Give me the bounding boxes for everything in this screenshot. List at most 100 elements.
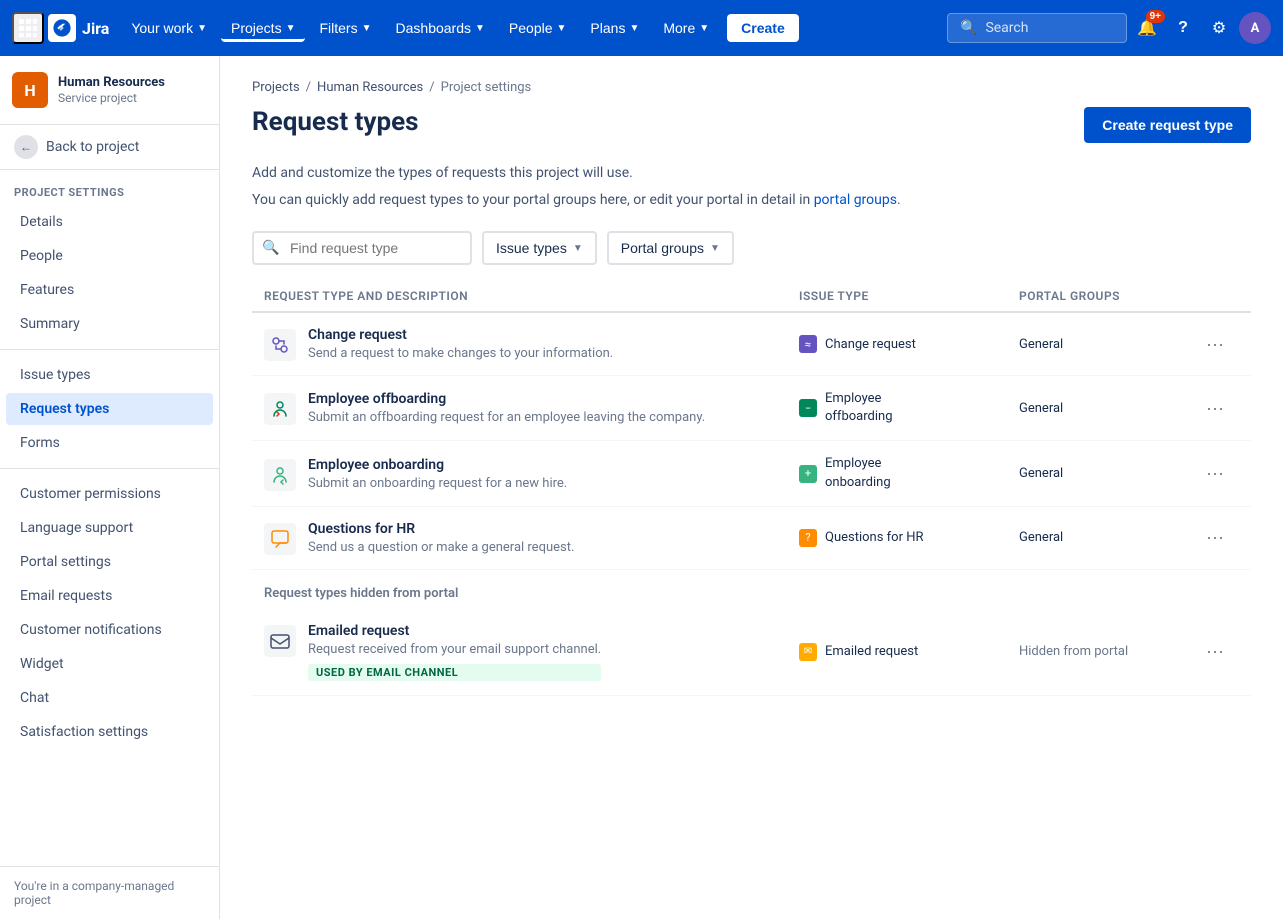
grid-menu-button[interactable] (12, 12, 44, 44)
layout: H Human Resources Service project ← Back… (0, 56, 1283, 919)
onboarding-desc: Submit an onboarding request for a new h… (308, 476, 567, 491)
emailed-request-portal-group: Hidden from portal (1019, 644, 1199, 659)
offboarding-name[interactable]: Employee offboarding (308, 391, 705, 407)
sidebar-item-issue-types[interactable]: Issue types (6, 359, 213, 391)
create-button[interactable]: Create (727, 14, 799, 42)
breadcrumb-project-settings: Project settings (441, 80, 532, 95)
onboarding-portal-group: General (1019, 466, 1199, 481)
back-to-project-link[interactable]: ← Back to project (0, 125, 219, 170)
filters-bar: 🔍 Issue types ▼ Portal groups ▼ (252, 231, 1251, 265)
emailed-request-desc: Request received from your email support… (308, 642, 601, 657)
sidebar-item-request-types[interactable]: Request types (6, 393, 213, 425)
search-input-icon: 🔍 (262, 240, 279, 256)
portal-groups-chevron-icon: ▼ (710, 243, 720, 254)
table-row: Emailed request Request received from yo… (252, 609, 1251, 696)
jira-logo[interactable]: Jira (48, 14, 109, 42)
back-arrow-icon: ← (14, 135, 38, 159)
sidebar-item-portal-settings[interactable]: Portal settings (6, 546, 213, 578)
onboarding-name[interactable]: Employee onboarding (308, 457, 567, 473)
sidebar-divider-2 (0, 468, 219, 469)
project-icon: H (12, 72, 48, 108)
emailed-request-icon (264, 625, 296, 657)
notifications-button[interactable]: 🔔 9+ (1131, 12, 1163, 44)
settings-button[interactable]: ⚙ (1203, 12, 1235, 44)
change-request-issue-icon: ≈ (799, 335, 817, 353)
breadcrumb: Projects / Human Resources / Project set… (252, 80, 1251, 95)
change-request-desc: Send a request to make changes to your i… (308, 346, 613, 361)
plans-button[interactable]: Plans ▼ (580, 14, 649, 42)
page-title: Request types (252, 107, 419, 137)
issue-types-filter-button[interactable]: Issue types ▼ (482, 231, 597, 265)
sidebar-item-details[interactable]: Details (6, 206, 213, 238)
table-row: Employee onboarding Submit an onboarding… (252, 441, 1251, 506)
sidebar-item-summary[interactable]: Summary (6, 308, 213, 340)
people-button[interactable]: People ▼ (499, 14, 577, 42)
offboarding-issue-type-line1: Employee (825, 390, 893, 408)
hidden-section-label: Request types hidden from portal (252, 570, 1251, 609)
sidebar-item-features[interactable]: Features (6, 274, 213, 306)
notification-badge: 9+ (1146, 10, 1165, 23)
your-work-button[interactable]: Your work ▼ (121, 14, 217, 42)
table-row: Employee offboarding Submit an offboardi… (252, 376, 1251, 441)
questions-hr-issue-type: Questions for HR (825, 530, 924, 545)
questions-hr-issue-icon: ? (799, 529, 817, 547)
help-icon: ? (1178, 19, 1188, 37)
sidebar-item-satisfaction-settings[interactable]: Satisfaction settings (6, 716, 213, 748)
project-name: Human Resources (58, 75, 165, 92)
change-request-issue-type: Change request (825, 337, 916, 352)
sidebar-item-widget[interactable]: Widget (6, 648, 213, 680)
portal-groups-filter-button[interactable]: Portal groups ▼ (607, 231, 734, 265)
create-request-type-button[interactable]: Create request type (1084, 107, 1251, 143)
sidebar-item-email-requests[interactable]: Email requests (6, 580, 213, 612)
offboarding-portal-group: General (1019, 401, 1199, 416)
sidebar-section-title: Project settings (0, 170, 219, 205)
breadcrumb-human-resources[interactable]: Human Resources (317, 80, 423, 95)
sidebar: H Human Resources Service project ← Back… (0, 56, 220, 919)
sidebar-item-chat[interactable]: Chat (6, 682, 213, 714)
page-description-line2: You can quickly add request types to you… (252, 190, 1251, 211)
onboarding-icon (264, 459, 296, 491)
search-input-wrap: 🔍 (252, 231, 472, 265)
search-bar[interactable]: 🔍 Search (947, 13, 1127, 43)
change-request-more-button[interactable]: ··· (1199, 328, 1231, 360)
emailed-request-name[interactable]: Emailed request (308, 623, 601, 639)
project-type: Service project (58, 91, 165, 105)
change-request-icon (264, 329, 296, 361)
page-header: Request types Create request type (252, 107, 1251, 143)
more-button[interactable]: More ▼ (653, 14, 719, 42)
search-icon: 🔍 (960, 20, 977, 36)
help-button[interactable]: ? (1167, 12, 1199, 44)
portal-groups-link[interactable]: portal groups (814, 192, 897, 208)
onboarding-issue-type-line2: onboarding (825, 474, 891, 492)
onboarding-more-button[interactable]: ··· (1199, 458, 1231, 490)
email-channel-tag: USED BY EMAIL CHANNEL (308, 664, 601, 681)
sidebar-item-language-support[interactable]: Language support (6, 512, 213, 544)
emailed-request-issue-icon: ✉ (799, 643, 817, 661)
offboarding-more-button[interactable]: ··· (1199, 392, 1231, 424)
questions-hr-name[interactable]: Questions for HR (308, 521, 574, 537)
sidebar-item-customer-permissions[interactable]: Customer permissions (6, 478, 213, 510)
dashboards-button[interactable]: Dashboards ▼ (386, 14, 495, 42)
onboarding-issue-type-line1: Employee (825, 455, 891, 473)
onboarding-issue-icon: + (799, 465, 817, 483)
offboarding-icon (264, 393, 296, 425)
top-nav: Jira Your work ▼ Projects ▼ Filters ▼ Da… (0, 0, 1283, 56)
user-avatar[interactable]: A (1239, 12, 1271, 44)
col-portal-groups: Portal groups (1019, 289, 1199, 303)
emailed-request-more-button[interactable]: ··· (1199, 636, 1231, 668)
gear-icon: ⚙ (1212, 18, 1226, 38)
questions-hr-more-button[interactable]: ··· (1199, 522, 1231, 554)
sidebar-divider (0, 349, 219, 350)
sidebar-item-customer-notifications[interactable]: Customer notifications (6, 614, 213, 646)
find-request-type-input[interactable] (252, 231, 472, 265)
col-issue-type: Issue type (799, 289, 1019, 303)
sidebar-item-people[interactable]: People (6, 240, 213, 272)
change-request-portal-group: General (1019, 337, 1199, 352)
projects-button[interactable]: Projects ▼ (221, 14, 305, 42)
breadcrumb-projects[interactable]: Projects (252, 80, 300, 95)
change-request-name[interactable]: Change request (308, 327, 613, 343)
emailed-request-issue-type: Emailed request (825, 644, 918, 659)
offboarding-desc: Submit an offboarding request for an emp… (308, 410, 705, 425)
filters-button[interactable]: Filters ▼ (309, 14, 381, 42)
sidebar-item-forms[interactable]: Forms (6, 427, 213, 459)
